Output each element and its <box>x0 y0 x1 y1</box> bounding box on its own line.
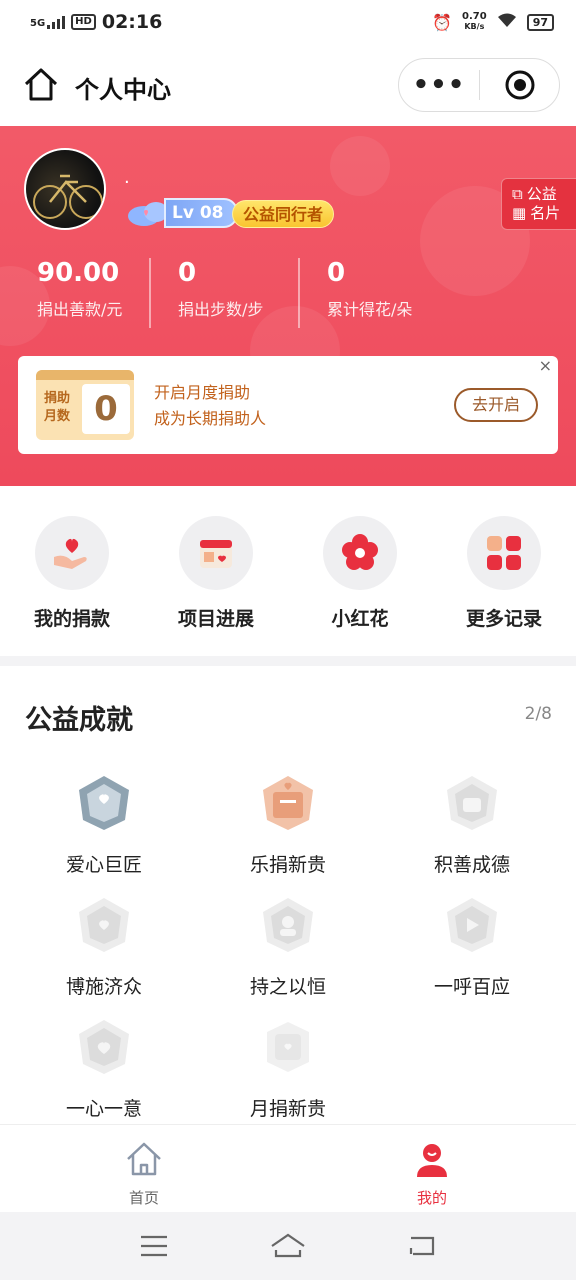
red-flower-icon <box>323 516 397 590</box>
section-title: 公益成就 <box>25 705 133 736</box>
quick-more-records[interactable]: 更多记录 <box>432 486 576 656</box>
menu-icon[interactable] <box>139 1234 169 1258</box>
hd-icon: HD <box>71 14 96 30</box>
network-speed: 0.70 KB/s <box>462 11 487 32</box>
enable-monthly-button[interactable]: 去开启 <box>454 388 538 422</box>
back-icon[interactable] <box>407 1234 437 1258</box>
username: · <box>124 172 130 193</box>
locked-heart-icon <box>79 1020 129 1074</box>
locked-person-icon <box>263 898 313 952</box>
tab-mine[interactable]: 我的 <box>288 1125 576 1212</box>
alarm-icon: ⏰ <box>432 12 452 32</box>
achievement-badge[interactable]: 持之以恒 <box>196 896 380 999</box>
section-divider <box>0 656 576 666</box>
quick-actions: 我的捐款 项目进展 小红花 更多记录 <box>0 486 576 656</box>
monthly-donation-banner: × 捐助 月数 0 开启月度捐助 成为长期捐助人 去开启 <box>18 356 558 454</box>
achievement-badge[interactable]: 博施济众 <box>12 896 196 999</box>
profile-tab-icon <box>417 1144 447 1177</box>
level-text: Lv 08 <box>164 198 238 228</box>
donation-hand-heart-icon <box>35 516 109 590</box>
stat-flowers[interactable]: 0 累计得花/朵 <box>298 258 447 328</box>
home-icon[interactable] <box>22 66 60 104</box>
level-badge[interactable]: Lv 08 <box>126 198 238 228</box>
status-bar: 5G HD 02:16 ⏰ 0.70 KB/s 97 <box>0 0 576 44</box>
more-menu-button[interactable]: ••• <box>399 70 479 100</box>
target-icon <box>505 70 534 100</box>
close-miniprogram-button[interactable] <box>480 69 559 101</box>
locked-thumbs-up-icon <box>447 776 497 830</box>
share-icon: ⧉ <box>512 185 523 203</box>
achievement-badge[interactable]: 一心一意 <box>12 1018 196 1121</box>
close-icon[interactable]: × <box>539 356 552 375</box>
title-badge[interactable]: 公益同行者 <box>232 200 335 228</box>
quick-red-flower[interactable]: 小红花 <box>288 486 432 656</box>
nav-bar: 个人中心 ••• <box>0 44 576 126</box>
system-nav-bar <box>0 1212 576 1280</box>
achievements-section: 公益成就 2/8 爱心巨匠 乐捐新贵 积善成德 博施济众 持之以恒 一呼百应 一… <box>0 666 576 1124</box>
stat-donation-amount[interactable]: 90.00 捐出善款/元 <box>0 258 149 328</box>
locked-play-icon <box>447 898 497 952</box>
page-title: 个人中心 <box>75 76 171 104</box>
wifi-icon <box>497 12 517 32</box>
locked-card-heart-icon <box>267 1022 309 1072</box>
achievement-badge[interactable]: 积善成德 <box>380 774 564 877</box>
home-tab-icon <box>127 1142 161 1176</box>
donation-months-count: 0 <box>82 384 130 434</box>
achievement-badge[interactable]: 爱心巨匠 <box>12 774 196 877</box>
qrcode-icon: ▦ <box>512 204 527 222</box>
signal-indicator: 5G <box>30 15 66 29</box>
calendar-heart-icon <box>179 516 253 590</box>
charity-card-button[interactable]: ⧉ 公益 ▦ 名片 <box>501 178 576 230</box>
quick-my-donations[interactable]: 我的捐款 <box>0 486 144 656</box>
achievement-badge[interactable]: 乐捐新贵 <box>196 774 380 877</box>
network-type: 5G <box>30 18 46 29</box>
achievement-count: 2/8 <box>524 704 552 724</box>
calendar-icon: 捐助 月数 0 <box>36 370 134 440</box>
battery-indicator: 97 <box>526 13 554 31</box>
silver-hands-heart-icon <box>79 776 129 830</box>
achievement-badge[interactable]: 月捐新贵 <box>196 1018 380 1121</box>
clock: 02:16 <box>101 11 163 33</box>
stat-steps[interactable]: 0 捐出步数/步 <box>149 258 298 328</box>
locked-heart-hand-icon <box>79 898 129 952</box>
grid-apps-icon <box>467 516 541 590</box>
bronze-box-heart-icon <box>263 776 313 830</box>
mini-program-capsule: ••• <box>398 58 560 112</box>
promo-text: 开启月度捐助 成为长期捐助人 <box>154 383 267 428</box>
avatar[interactable] <box>24 148 106 230</box>
home-nav-icon[interactable] <box>268 1232 308 1260</box>
tab-home[interactable]: 首页 <box>0 1125 288 1212</box>
stats-row: 90.00 捐出善款/元 0 捐出步数/步 0 累计得花/朵 <box>0 258 576 328</box>
tab-bar: 首页 我的 <box>0 1124 576 1212</box>
quick-project-progress[interactable]: 项目进展 <box>144 486 288 656</box>
profile-header: · Lv 08 公益同行者 ⧉ 公益 ▦ 名片 90.00 捐出善款/元 0 捐出步… <box>0 126 576 486</box>
achievement-badge[interactable]: 一呼百应 <box>380 896 564 999</box>
